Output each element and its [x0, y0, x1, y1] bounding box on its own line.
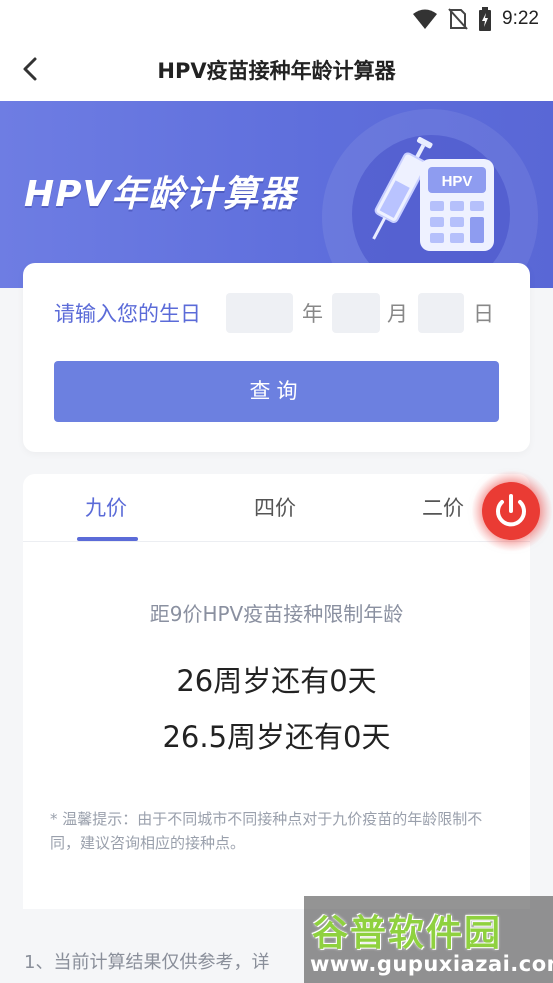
query-button[interactable]: 查询 [54, 361, 499, 422]
watermark-title: 谷普软件园 [312, 913, 503, 954]
day-input[interactable] [418, 293, 464, 333]
watermark-url: www.gupuxiazai.com [310, 952, 553, 976]
status-icons: 9:22 [412, 7, 539, 31]
year-unit-label: 年 [302, 302, 323, 326]
battery-charging-icon [479, 7, 492, 31]
result-card: 九价 四价 二价 距9价HPV疫苗接种限制年龄 26周岁还有0天 26.5周岁还… [23, 471, 552, 909]
year-input[interactable] [226, 293, 293, 333]
month-input[interactable] [332, 293, 380, 333]
watermark: 谷普软件园 www.gupuxiazai.com [304, 896, 553, 983]
tab-four-valent[interactable]: 四价 [254, 492, 296, 522]
page-title: HPV疫苗接种年龄计算器 [157, 59, 396, 83]
tab-nine-valent[interactable]: 九价 [85, 492, 127, 522]
result-line-26-5: 26.5周岁还有0天 [162, 720, 391, 754]
result-subtitle: 距9价HPV疫苗接种限制年龄 [149, 602, 404, 626]
power-button[interactable] [482, 482, 540, 540]
result-line-26: 26周岁还有0天 [176, 664, 377, 698]
no-sim-icon [448, 8, 468, 30]
birthday-label: 请输入您的生日 [54, 302, 201, 326]
banner: HPV年龄计算器 HPV [0, 101, 553, 288]
birthday-card: 请输入您的生日 年 月 日 查询 [23, 263, 530, 452]
warm-tip: * 温馨提示：由于不同城市不同接种点对于九价疫苗的年龄限制不同，建议咨询相应的接… [50, 810, 483, 852]
syringe-calculator-icon: HPV [372, 136, 494, 251]
status-bar: 9:22 [0, 0, 553, 38]
banner-title: HPV年龄计算器 [24, 174, 297, 215]
day-unit-label: 日 [473, 302, 494, 326]
tab-two-valent[interactable]: 二价 [422, 492, 464, 522]
active-tab-indicator [77, 537, 138, 541]
calculator-badge-text: HPV [442, 173, 473, 190]
month-unit-label: 月 [387, 302, 408, 326]
power-icon [496, 494, 526, 527]
footnote: 1、当前计算结果仅供参考，详 [24, 952, 270, 973]
nav-bar: HPV疫苗接种年龄计算器 [0, 38, 553, 101]
vaccine-tabs: 九价 四价 二价 [23, 474, 530, 542]
wifi-icon [413, 9, 438, 29]
status-time: 9:22 [502, 8, 539, 29]
